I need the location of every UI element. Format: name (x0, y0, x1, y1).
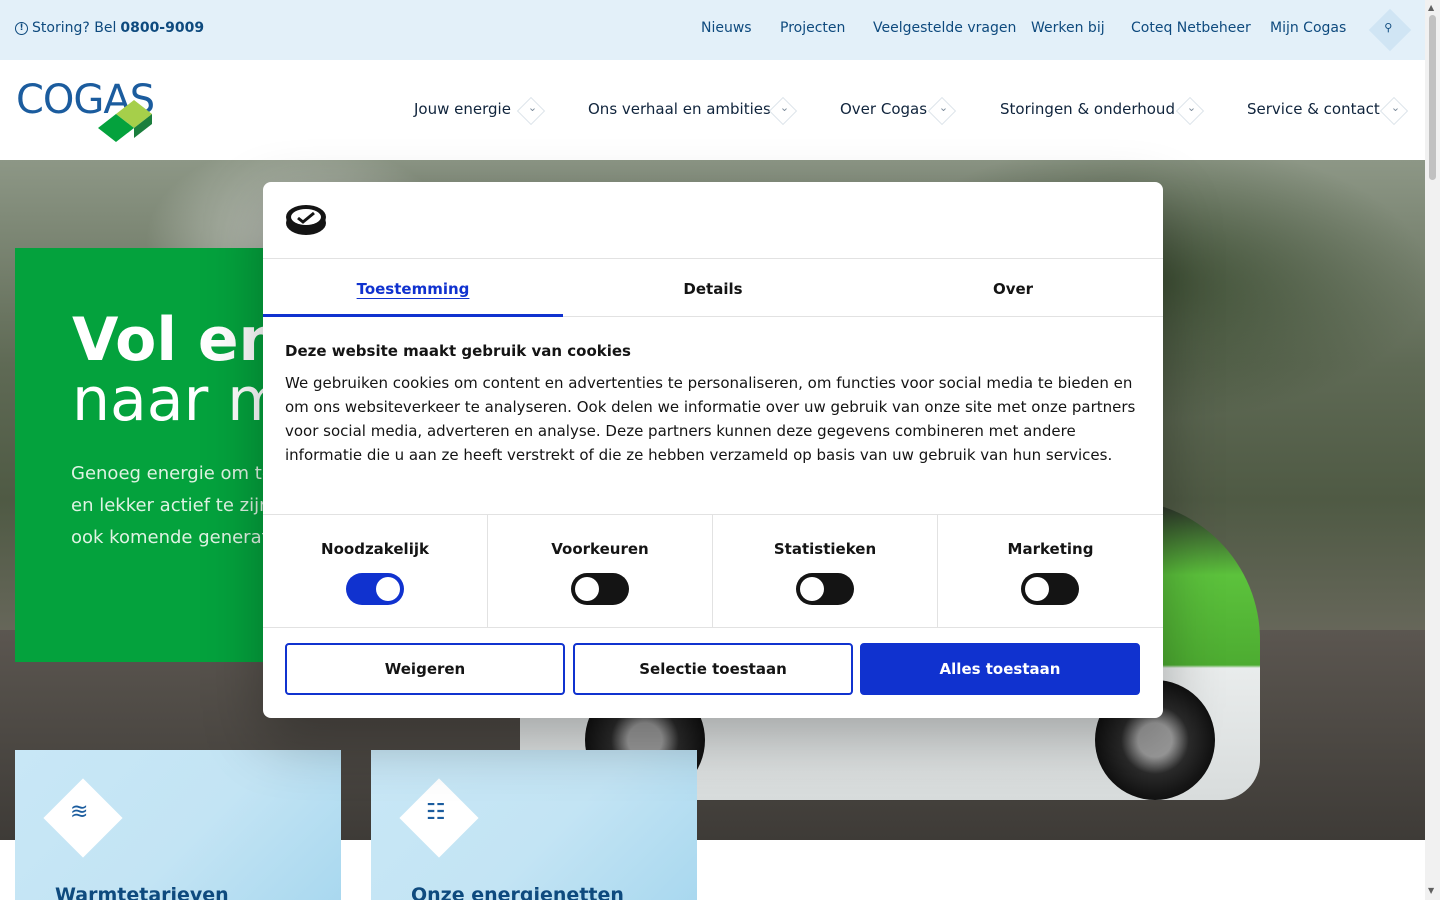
card-icon-badge: ☷ (399, 778, 479, 858)
hero-text-line: Genoeg energie om te (71, 463, 273, 484)
hero-text: Genoeg energie om te en lekker actief te… (71, 458, 291, 554)
toggle-noodzakelijk[interactable] (346, 573, 404, 605)
card-warmtetarieven[interactable]: ≋ Warmtetarieven (15, 750, 341, 900)
toplink-projecten[interactable]: Projecten (780, 20, 845, 36)
nav-ons-verhaal-toggle[interactable]: ⌄ (768, 96, 798, 126)
card-title: Warmtetarieven (55, 884, 229, 900)
nav-service-contact[interactable]: Service & contact (1247, 100, 1380, 118)
tab-toestemming[interactable]: Toestemming (263, 260, 563, 317)
logo-diamond-icon (98, 100, 152, 142)
cookie-consent-dialog: Toestemming Details Over Deze website ma… (263, 182, 1163, 718)
toplink-nieuws[interactable]: Nieuws (701, 20, 752, 36)
card-energienetten[interactable]: ☷ Onze energienetten (371, 750, 697, 900)
chevron-down-icon: ⌄ (527, 101, 538, 115)
nav-ons-verhaal[interactable]: Ons verhaal en ambities (588, 100, 771, 118)
search-icon: ⚲ (1384, 21, 1393, 35)
dialog-body-text: We gebruiken cookies om content en adver… (285, 374, 1136, 464)
storing-notice[interactable]: ! Storing? Bel 0800-9009 (15, 20, 204, 36)
scroll-down-icon[interactable]: ▼ (1428, 886, 1434, 895)
hero-text-line: ook komende generaties (71, 527, 291, 548)
toggle-cell-noodzakelijk: Noodzakelijk (263, 515, 488, 628)
network-icon: ☷ (425, 800, 446, 826)
toplink-werken-bij[interactable]: Werken bij (1031, 20, 1105, 36)
allow-all-button[interactable]: Alles toestaan (860, 643, 1140, 695)
chevron-down-icon: ⌄ (779, 101, 790, 115)
reject-button[interactable]: Weigeren (285, 643, 565, 695)
dialog-heading: Deze website maakt gebruik van cookies (285, 342, 631, 360)
hero-text-line: en lekker actief te zijn (71, 495, 271, 516)
toggle-knob (376, 577, 400, 601)
top-bar: ! Storing? Bel 0800-9009 Nieuws Projecte… (0, 0, 1425, 60)
toggle-marketing[interactable] (1021, 573, 1079, 605)
search-button[interactable]: ⚲ (1368, 8, 1412, 52)
page-scrollbar[interactable]: ▲ ▼ (1425, 0, 1440, 900)
nav-over-cogas[interactable]: Over Cogas (840, 100, 927, 118)
heat-waves-icon: ≋ (70, 799, 89, 825)
card-icon-badge: ≋ (43, 778, 123, 858)
dialog-tabs: Toestemming Details Over (263, 260, 1163, 317)
chevron-down-icon: ⌄ (1186, 101, 1197, 115)
nav-storingen-toggle[interactable]: ⌄ (1175, 96, 1205, 126)
consent-toggles: Noodzakelijk Voorkeuren Statistieken Mar… (263, 514, 1163, 628)
toggle-voorkeuren[interactable] (571, 573, 629, 605)
storing-phone[interactable]: 0800-9009 (120, 20, 204, 36)
toggle-knob (1025, 577, 1049, 601)
tab-details[interactable]: Details (563, 260, 863, 317)
nav-jouw-energie-toggle[interactable]: ⌄ (516, 96, 546, 126)
card-title: Onze energienetten (411, 884, 624, 900)
chevron-down-icon: ⌄ (938, 101, 949, 115)
cogas-logo[interactable]: COGAS (16, 80, 155, 142)
chevron-down-icon: ⌄ (1390, 101, 1401, 115)
toplink-faq[interactable]: Veelgestelde vragen (873, 20, 1016, 36)
toggle-knob (800, 577, 824, 601)
toplink-coteq[interactable]: Coteq Netbeheer (1131, 20, 1251, 36)
toggle-label: Statistieken (773, 540, 877, 558)
nav-service-contact-toggle[interactable]: ⌄ (1379, 96, 1409, 126)
toggle-label: Voorkeuren (551, 540, 649, 558)
toggle-cell-marketing: Marketing (938, 515, 1163, 628)
scrollbar-thumb[interactable] (1429, 15, 1436, 180)
allow-selection-button[interactable]: Selectie toestaan (573, 643, 853, 695)
toggle-label: Noodzakelijk (321, 540, 429, 558)
nav-over-cogas-toggle[interactable]: ⌄ (927, 96, 957, 126)
toggle-statistieken[interactable] (796, 573, 854, 605)
storing-prefix: Storing? Bel (32, 20, 117, 36)
toggle-knob (575, 577, 599, 601)
scroll-up-icon[interactable]: ▲ (1428, 3, 1434, 12)
nav-jouw-energie[interactable]: Jouw energie (414, 100, 511, 118)
toplink-mijn-cogas[interactable]: Mijn Cogas (1270, 20, 1346, 36)
toggle-label: Marketing (1007, 540, 1094, 558)
cookiebot-logo-icon (286, 205, 326, 235)
main-header: COGAS Jouw energie ⌄ Ons verhaal en ambi… (0, 60, 1425, 160)
toggle-cell-statistieken: Statistieken (713, 515, 938, 628)
dialog-logo-row (263, 182, 1163, 259)
info-icon: ! (15, 21, 28, 35)
nav-storingen[interactable]: Storingen & onderhoud (1000, 100, 1175, 118)
toggle-cell-voorkeuren: Voorkeuren (488, 515, 713, 628)
tab-over[interactable]: Over (863, 260, 1163, 317)
